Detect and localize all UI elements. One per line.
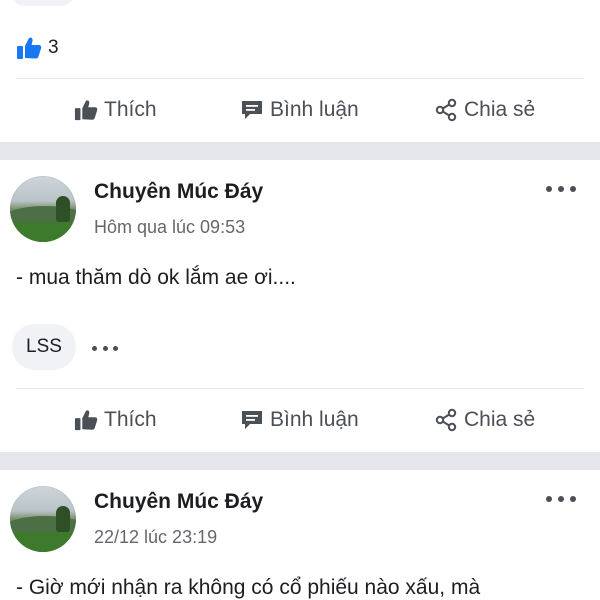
post-separator — [0, 452, 600, 470]
thumbs-up-icon — [16, 36, 42, 60]
post-text: - mua thăm dò ok lắm ae ơi.... — [16, 266, 296, 289]
share-icon — [434, 98, 458, 122]
stock-tag-chip[interactable]: LSS — [12, 324, 76, 370]
comment-icon — [240, 99, 264, 121]
tag-chip-partial[interactable] — [12, 0, 74, 6]
share-label: Chia sẻ — [464, 408, 536, 431]
reaction-count: 3 — [48, 37, 59, 58]
like-button[interactable]: Thích — [74, 408, 157, 432]
like-label: Thích — [104, 98, 157, 121]
share-icon — [434, 408, 458, 432]
more-options-icon[interactable] — [546, 182, 576, 196]
post-card: Chuyên Múc Đáy Hôm qua lúc 09:53 - mua t… — [0, 160, 600, 450]
comment-label: Bình luận — [270, 408, 359, 431]
reaction-summary[interactable]: 3 — [16, 34, 59, 62]
divider — [16, 78, 584, 79]
action-bar: Thích Bình luận Chia sẻ — [0, 80, 600, 140]
thumbs-up-icon — [74, 408, 98, 432]
more-options-icon[interactable] — [546, 492, 576, 506]
post-author[interactable]: Chuyên Múc Đáy — [94, 180, 263, 204]
avatar[interactable] — [10, 486, 76, 552]
comment-button[interactable]: Bình luận — [240, 408, 359, 432]
post-timestamp[interactable]: 22/12 lúc 23:19 — [94, 527, 217, 548]
feed-page: 3 Thích Bình luận Chia sẻ Chuyên Múc Đáy… — [0, 0, 600, 600]
comment-label: Bình luận — [270, 98, 359, 121]
post-timestamp[interactable]: Hôm qua lúc 09:53 — [94, 217, 245, 238]
divider — [16, 388, 584, 389]
more-horizontal-icon[interactable] — [92, 344, 118, 352]
post-separator — [0, 142, 600, 160]
partial-post: 3 Thích Bình luận Chia sẻ — [0, 0, 600, 142]
comment-button[interactable]: Bình luận — [240, 98, 359, 122]
like-label: Thích — [104, 408, 157, 431]
share-button[interactable]: Chia sẻ — [434, 408, 535, 432]
share-button[interactable]: Chia sẻ — [434, 98, 535, 122]
post-author[interactable]: Chuyên Múc Đáy — [94, 490, 263, 514]
avatar[interactable] — [10, 176, 76, 242]
post-text: - Giờ mới nhận ra không có cổ phiếu nào … — [16, 576, 481, 599]
action-bar: Thích Bình luận Chia sẻ — [0, 390, 600, 450]
comment-icon — [240, 409, 264, 431]
thumbs-up-icon — [74, 98, 98, 122]
share-label: Chia sẻ — [464, 98, 536, 121]
post-card: Chuyên Múc Đáy 22/12 lúc 23:19 - Giờ mới… — [0, 470, 600, 600]
like-button[interactable]: Thích — [74, 98, 157, 122]
